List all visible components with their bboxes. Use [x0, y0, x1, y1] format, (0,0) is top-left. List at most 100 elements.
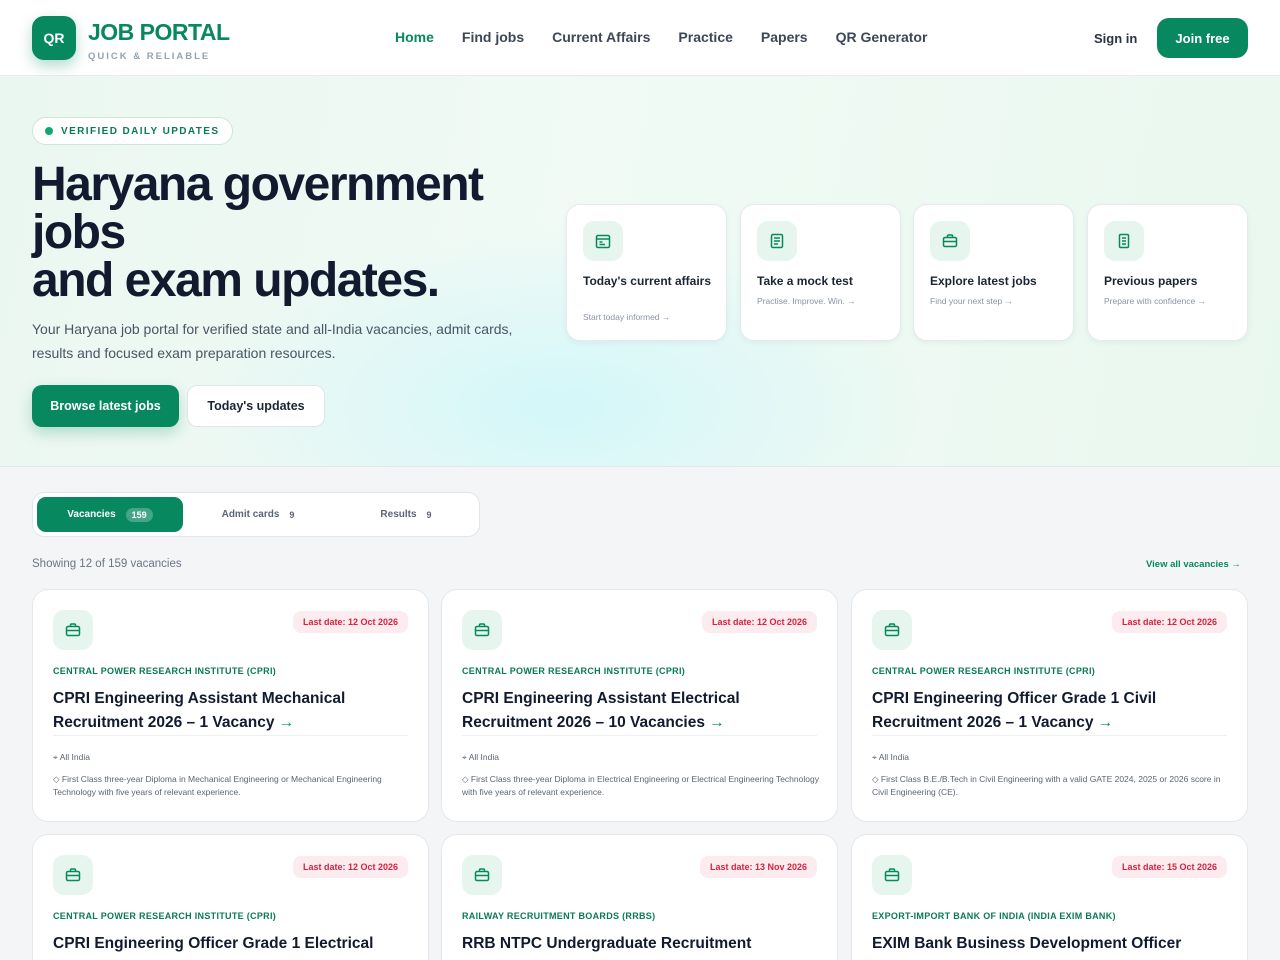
view-all-vacancies-link[interactable]: View all vacancies →	[1146, 559, 1241, 570]
diamond-icon: ◇	[53, 774, 60, 784]
nav-home[interactable]: Home	[395, 29, 434, 45]
nav-find-jobs[interactable]: Find jobs	[462, 29, 524, 45]
quick-card-subtitle: Start today informed →	[583, 312, 671, 322]
last-date-badge: Last date: 13 Nov 2026	[699, 856, 817, 878]
calendar-icon	[583, 221, 623, 261]
divider	[462, 735, 817, 736]
verified-pill: VERIFIED DAILY UPDATES	[32, 117, 234, 145]
job-qualification: ◇ First Class B.E./B.Tech in Civil Engin…	[872, 773, 1230, 799]
hero-title: Haryana government jobs and exam updates…	[32, 161, 552, 305]
location-pin-icon: ⌖	[53, 752, 58, 762]
briefcase-icon	[53, 855, 93, 895]
logo-subtitle: QUICK & RELIABLE	[88, 51, 211, 62]
browse-latest-jobs-button[interactable]: Browse latest jobs	[32, 385, 179, 427]
arrow-right-icon: →	[709, 714, 725, 731]
job-title-text: EXIM Bank Business Development Officer	[872, 935, 1182, 952]
divider	[53, 735, 408, 736]
job-location-text: All India	[59, 752, 90, 762]
job-location-text: All India	[878, 752, 909, 762]
job-location-text: All India	[468, 752, 499, 762]
job-organization: RAILWAY RECRUITMENT BOARDS (RRBS)	[462, 911, 656, 921]
job-qualification: ◇ First Class three-year Diploma in Elec…	[462, 773, 820, 799]
tab-label: Results	[380, 509, 417, 520]
job-organization: CENTRAL POWER RESEARCH INSTITUTE (CPRI)	[53, 666, 277, 676]
nav-practice[interactable]: Practice	[678, 29, 732, 45]
tab-label: Admit cards	[221, 509, 280, 520]
quick-card-title: Take a mock test	[757, 274, 853, 288]
quick-card-latest-jobs[interactable]: Explore latest jobs Find your next step …	[913, 204, 1074, 341]
results-count: Showing 12 of 159 vacancies	[32, 558, 182, 570]
quick-card-subtitle: Practise. Improve. Win. →	[757, 296, 856, 306]
job-title-link[interactable]: CPRI Engineering Officer Grade 1 Civil R…	[872, 687, 1232, 735]
quick-card-title: Explore latest jobs	[930, 274, 1037, 288]
job-card[interactable]: Last date: 12 Oct 2026 CENTRAL POWER RES…	[441, 589, 838, 822]
job-title-link[interactable]: EXIM Bank Business Development Officer	[872, 932, 1232, 956]
job-title-link[interactable]: RRB NTPC Undergraduate Recruitment	[462, 932, 822, 956]
last-date-badge: Last date: 12 Oct 2026	[701, 611, 817, 633]
diamond-icon: ◇	[462, 774, 469, 784]
job-title-link[interactable]: CPRI Engineering Assistant Mechanical Re…	[53, 687, 413, 735]
job-qualification-text: First Class B.E./B.Tech in Civil Enginee…	[872, 774, 1221, 797]
quick-card-previous-papers[interactable]: Previous papers Prepare with confidence …	[1087, 204, 1248, 341]
job-title-text: CPRI Engineering Officer Grade 1 Electri…	[53, 935, 374, 952]
document-icon	[757, 221, 797, 261]
hero-description: Your Haryana job portal for verified sta…	[32, 321, 513, 361]
tab-results[interactable]: Results 9	[333, 497, 479, 532]
job-qualification-text: First Class three-year Diploma in Mechan…	[53, 774, 382, 797]
status-dot	[45, 127, 53, 135]
job-card[interactable]: Last date: 15 Oct 2026 EXPORT-IMPORT BAN…	[851, 834, 1248, 960]
location-pin-icon: ⌖	[872, 752, 877, 762]
hero-title-line2: and exam updates.	[32, 254, 440, 307]
briefcase-icon	[53, 610, 93, 650]
quick-card-subtitle: Prepare with confidence →	[1104, 296, 1207, 306]
job-title-text: CPRI Engineering Officer Grade 1 Civil R…	[872, 690, 1157, 731]
nav-papers[interactable]: Papers	[761, 29, 808, 45]
logo-badge[interactable]: QR	[32, 16, 76, 60]
main-nav: Home Find jobs Current Affairs Practice …	[395, 29, 927, 45]
last-date-badge: Last date: 12 Oct 2026	[292, 856, 408, 878]
listing-tabs: Vacancies 159 Admit cards 9 Results 9	[32, 492, 480, 537]
job-title-text: RRB NTPC Undergraduate Recruitment	[462, 935, 752, 952]
site-header: QR JOB PORTAL QUICK & RELIABLE Home Find…	[0, 0, 1280, 76]
job-card[interactable]: Last date: 12 Oct 2026 CENTRAL POWER RES…	[32, 834, 429, 960]
job-title-link[interactable]: CPRI Engineering Assistant Electrical Re…	[462, 687, 822, 735]
job-location: ⌖ All India	[872, 752, 909, 763]
tab-count-badge: 9	[426, 509, 432, 520]
job-card[interactable]: Last date: 13 Nov 2026 RAILWAY RECRUITME…	[441, 834, 838, 960]
quick-card-mock-test[interactable]: Take a mock test Practise. Improve. Win.…	[740, 204, 901, 341]
quick-card-title: Today's current affairs	[583, 274, 712, 288]
last-date-badge: Last date: 12 Oct 2026	[1111, 611, 1227, 633]
sign-in-link[interactable]: Sign in	[1094, 31, 1137, 46]
papers-icon	[1104, 221, 1144, 261]
briefcase-icon	[462, 610, 502, 650]
tab-count-badge: 159	[125, 507, 153, 522]
job-location: ⌖ All India	[53, 752, 90, 763]
logo-title[interactable]: JOB PORTAL	[88, 19, 230, 46]
job-card[interactable]: Last date: 12 Oct 2026 CENTRAL POWER RES…	[851, 589, 1248, 822]
nav-current-affairs[interactable]: Current Affairs	[552, 29, 650, 45]
last-date-badge: Last date: 15 Oct 2026	[1111, 856, 1227, 878]
tab-vacancies[interactable]: Vacancies 159	[37, 497, 183, 532]
tab-count-badge: 9	[289, 509, 295, 520]
last-date-badge: Last date: 12 Oct 2026	[292, 611, 408, 633]
briefcase-icon	[462, 855, 502, 895]
tab-admit-cards[interactable]: Admit cards 9	[185, 497, 331, 532]
briefcase-icon	[930, 221, 970, 261]
job-title-text: CPRI Engineering Assistant Electrical Re…	[462, 690, 740, 731]
todays-updates-button[interactable]: Today's updates	[187, 385, 325, 427]
quick-card-title: Previous papers	[1104, 274, 1198, 288]
briefcase-icon	[872, 610, 912, 650]
job-card[interactable]: Last date: 12 Oct 2026 CENTRAL POWER RES…	[32, 589, 429, 822]
join-free-button[interactable]: Join free	[1157, 18, 1248, 58]
quick-card-current-affairs[interactable]: Today's current affairs Start today info…	[566, 204, 727, 341]
job-organization: CENTRAL POWER RESEARCH INSTITUTE (CPRI)	[462, 666, 686, 676]
job-qualification-text: First Class three-year Diploma in Electr…	[462, 774, 819, 797]
nav-qr-generator[interactable]: QR Generator	[836, 29, 928, 45]
job-qualification: ◇ First Class three-year Diploma in Mech…	[53, 773, 411, 799]
arrow-right-icon: →	[278, 714, 295, 731]
job-title-text: CPRI Engineering Assistant Mechanical Re…	[53, 690, 346, 731]
job-organization: CENTRAL POWER RESEARCH INSTITUTE (CPRI)	[872, 666, 1096, 676]
verified-pill-label: VERIFIED DAILY UPDATES	[61, 125, 220, 137]
job-title-link[interactable]: CPRI Engineering Officer Grade 1 Electri…	[53, 932, 413, 956]
location-pin-icon: ⌖	[462, 752, 467, 762]
